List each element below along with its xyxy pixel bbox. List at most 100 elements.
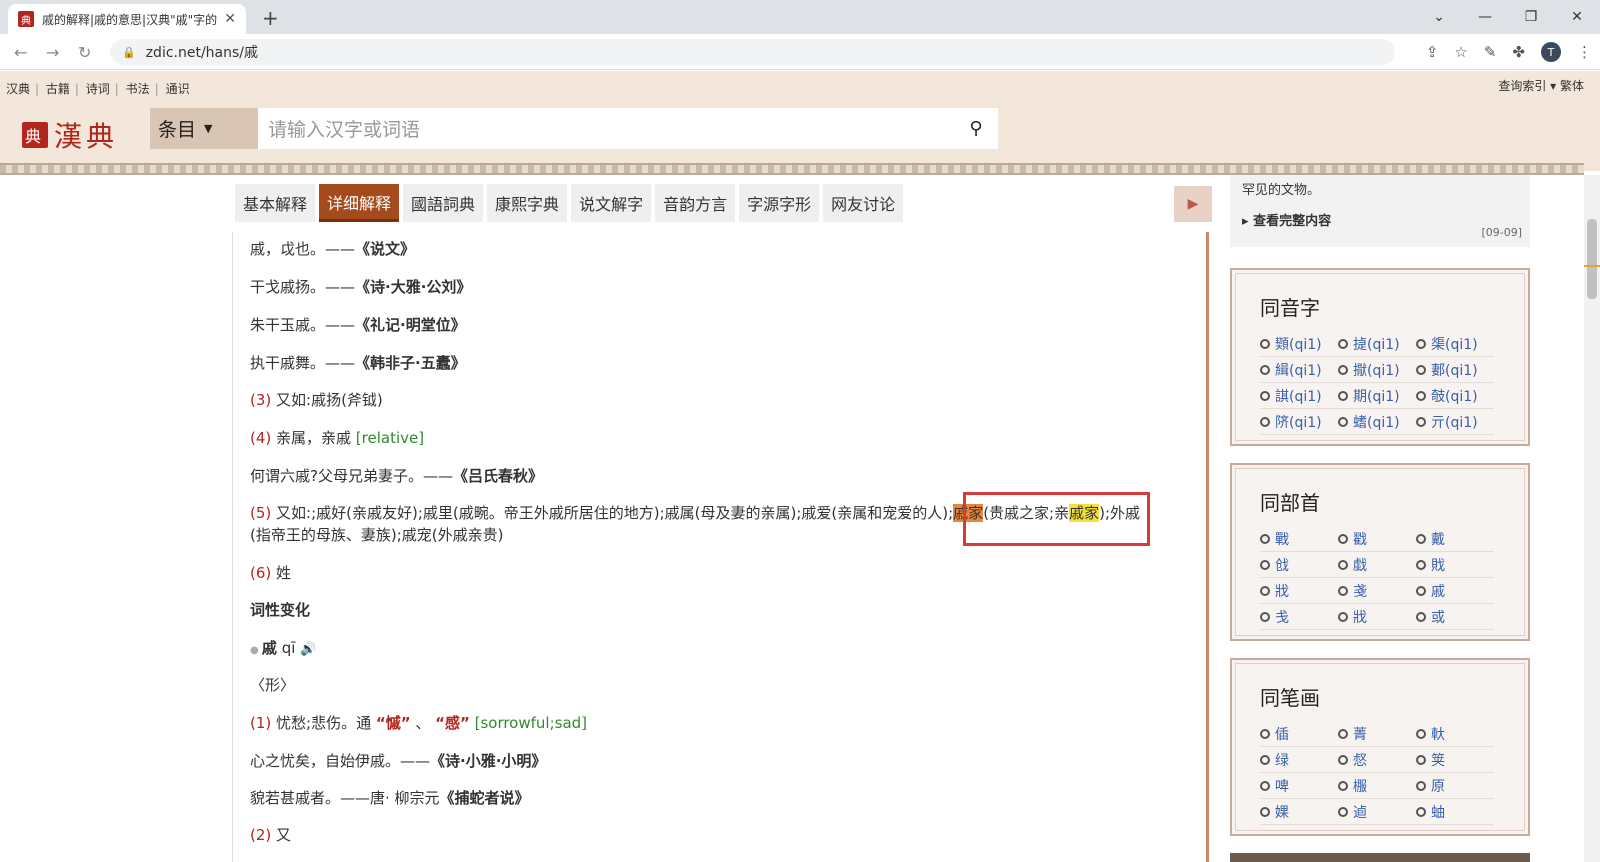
toplink-handian[interactable]: 汉典 [6,82,30,96]
tab-search-icon[interactable]: ⌄ [1416,9,1462,25]
char-link[interactable]: 戱 [1338,552,1416,578]
search-input[interactable]: 请输入汉字或词语 [258,108,954,149]
char-link[interactable]: 戔 [1338,578,1416,604]
tab-kangxi[interactable]: 康熙字典 [487,184,568,222]
pronunciation-line: ● 戚 qī 🔊 [250,639,317,657]
share-icon[interactable]: ⇪ [1426,43,1439,61]
char-link[interactable]: 惄 [1338,747,1416,773]
char-link[interactable]: 戋 [1260,604,1338,630]
tab-guoyu[interactable]: 國語詞典 [403,184,484,222]
char-link[interactable]: 戕 [1338,604,1416,630]
tab-shuowen[interactable]: 说文解字 [571,184,652,222]
char-link[interactable]: 或 [1416,604,1494,630]
char-link[interactable]: 戗 [1260,552,1338,578]
char-link[interactable]: 期(qi1) [1338,383,1416,409]
char-link[interactable]: 諆(qi1) [1260,383,1338,409]
bookmark-star-icon[interactable]: ☆ [1454,43,1467,61]
radio-dot-icon [1260,806,1270,817]
part-of-speech: 〈形〉 [250,676,296,694]
char-link[interactable]: 郪(qi1) [1416,357,1494,383]
char-link[interactable]: 亓(qi1) [1416,409,1494,435]
close-window-icon[interactable]: ✕ [1554,9,1600,25]
quote-line: 心之忧矣，自始伊戚。——《诗·小雅·小明》 [250,752,547,770]
radio-dot-icon [1338,364,1348,375]
back-icon[interactable]: ← [14,43,27,62]
menu-icon[interactable]: ⋮ [1577,43,1592,61]
char-link[interactable]: 戝 [1416,552,1494,578]
toplink-shici[interactable]: 诗词 [86,82,110,96]
definition-item: (1) 忧愁;悲伤。通 “慽” 、 “感” [sorrowful;sad] [250,714,588,732]
toplink-guji[interactable]: 古籍 [46,82,70,96]
maximize-icon[interactable]: ❐ [1508,9,1554,25]
view-full-link[interactable]: ▸ 查看完整内容 [1242,210,1518,229]
browser-tab[interactable]: 典 戚的解释|戚的意思|汉典"戚"字的... ✕ [8,4,246,34]
char-link[interactable]: 婐 [1260,799,1338,825]
char-link[interactable]: 啤 [1260,773,1338,799]
char-link[interactable]: 戰 [1260,526,1338,552]
char-link[interactable]: 軑 [1416,721,1494,747]
url-field[interactable]: 🔒 zdic.net/hans/戚 [110,39,1395,65]
char-link[interactable]: 戕 [1260,578,1338,604]
char-link[interactable]: 原 [1416,773,1494,799]
toplink-tongshi[interactable]: 通识 [166,82,190,96]
quote-line: 貌若甚戚者。——唐· 柳宗元《捕蛇者说》 [250,789,530,807]
extension-pen-icon[interactable]: ✎ [1484,43,1497,61]
site-logo[interactable]: 典 漢典 [22,115,118,155]
profile-avatar[interactable]: T [1541,42,1561,62]
tab-basic[interactable]: 基本解释 [235,184,316,222]
tab-ziyuan[interactable]: 字源字形 [739,184,820,222]
same-stroke-grid: 偛菁軑绿惄䇲啤棴原婐逌蚰 [1260,721,1500,825]
char-link[interactable]: 㨗(qi1) [1338,331,1416,357]
radio-dot-icon [1338,754,1348,765]
tab-detailed[interactable]: 详细解释 [319,184,400,222]
radio-dot-icon [1338,585,1348,596]
radio-dot-icon [1338,611,1348,622]
scroll-thumb[interactable] [1587,219,1597,299]
char-link[interactable]: 䫔(qi1) [1260,331,1338,357]
close-icon[interactable]: ✕ [224,11,236,27]
radio-dot-icon [1338,780,1348,791]
minimize-icon[interactable]: — [1462,9,1508,25]
definition-item: (6) 姓 [250,564,292,582]
radio-dot-icon [1416,585,1426,596]
char-link[interactable]: 㮡(qi1) [1416,331,1494,357]
radio-dot-icon [1416,338,1426,349]
new-tab-button[interactable]: + [262,6,279,30]
char-link[interactable]: 蚰 [1416,799,1494,825]
site-favicon-icon: 典 [18,11,34,27]
char-link[interactable]: 螧(qi1) [1338,409,1416,435]
tab-discussion[interactable]: 网友讨论 [823,184,904,222]
extensions-puzzle-icon[interactable]: ✤ [1512,43,1525,61]
char-link[interactable]: 戴 [1416,526,1494,552]
char-link[interactable]: 𬯀(qi1) [1260,409,1338,435]
search-icon[interactable]: ⚲ [954,108,998,149]
reload-icon[interactable]: ↻ [78,43,91,62]
char-link[interactable]: 緝(qi1) [1260,357,1338,383]
char-link[interactable]: 䇲 [1416,747,1494,773]
search-type-label: 条目 [158,119,197,141]
tab-title: 戚的解释|戚的意思|汉典"戚"字的... [42,12,219,27]
tab-yinyun[interactable]: 音韵方言 [655,184,736,222]
char-link[interactable]: 戚 [1416,578,1494,604]
toplink-shufa[interactable]: 书法 [126,82,150,96]
char-link[interactable]: 逌 [1338,799,1416,825]
char-link[interactable]: 偛 [1260,721,1338,747]
caret-down-icon: ▼ [204,122,213,135]
char-link[interactable]: 戳 [1338,526,1416,552]
char-link[interactable]: 棴 [1338,773,1416,799]
forward-icon[interactable]: → [46,43,59,62]
logo-seal-icon: 典 [22,122,48,148]
same-radical-title: 同部首 [1260,491,1320,515]
char-link[interactable]: 绿 [1260,747,1338,773]
index-and-traditional-switch[interactable]: 查询索引 ▾ 繁体 [1498,77,1584,94]
radio-dot-icon [1416,728,1426,739]
search-type-select[interactable]: 条目 ▼ [150,108,258,149]
tab-next-arrow-icon[interactable]: ▶ [1174,186,1212,222]
page-scrollbar[interactable] [1584,175,1600,862]
same-radical-box: 同部首 戰戳戴戗戱戝戕戔戚戋戕或 [1230,463,1530,641]
radio-dot-icon [1416,611,1426,622]
char-link[interactable]: 㩎(qi1) [1338,357,1416,383]
char-link[interactable]: 菁 [1338,721,1416,747]
speaker-icon[interactable]: 🔊 [300,642,316,657]
char-link[interactable]: 攲(qi1) [1416,383,1494,409]
